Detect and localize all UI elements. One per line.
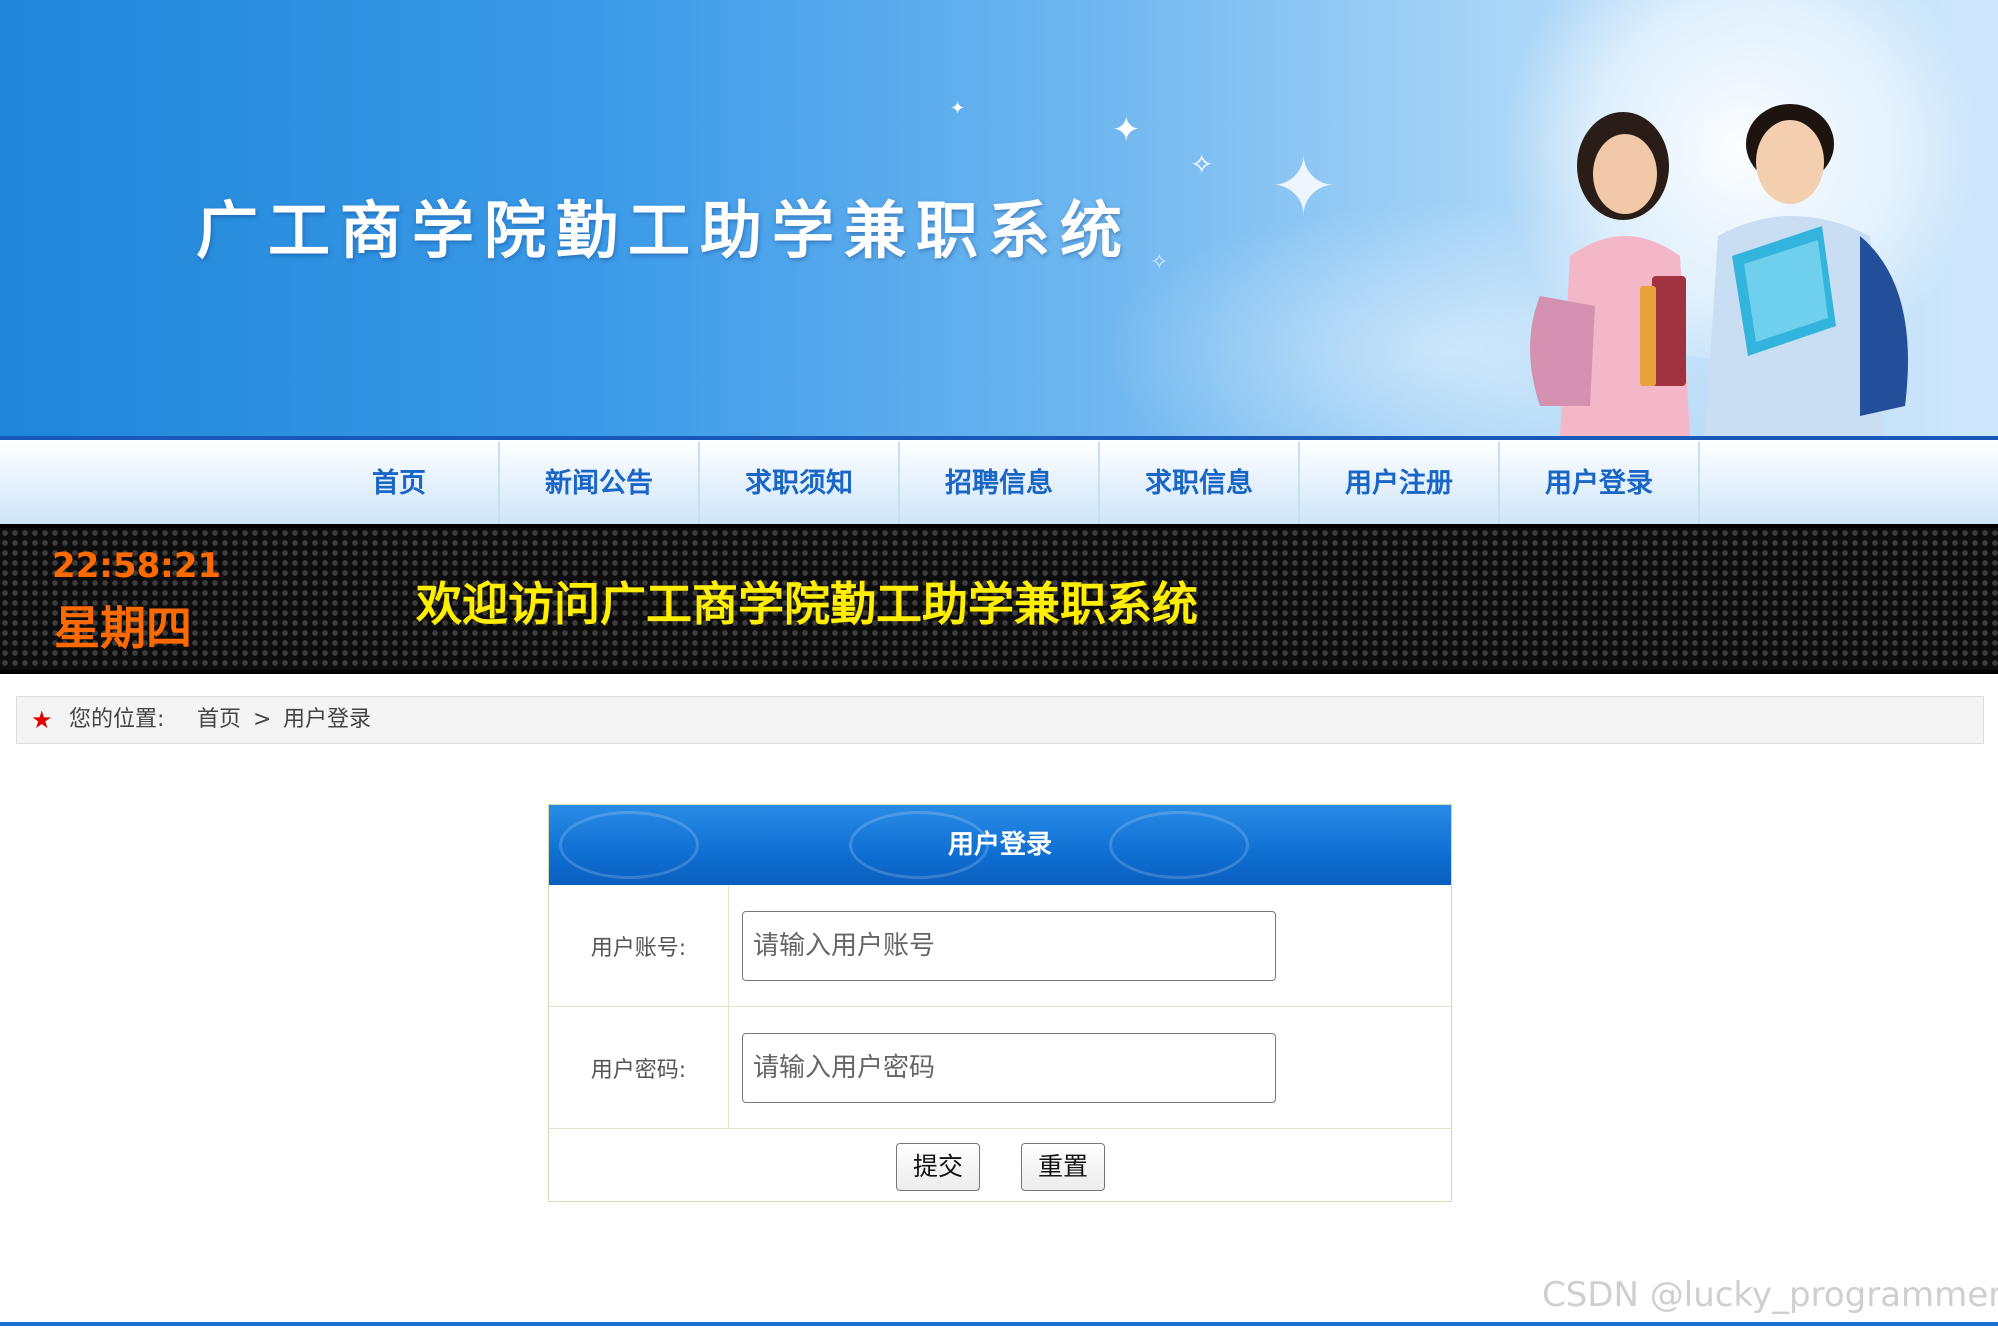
star-icon: ✦ (1270, 140, 1338, 233)
login-title: 用户登录 (947, 830, 1052, 860)
account-input[interactable] (742, 911, 1276, 981)
nav-item-home[interactable]: 首页 (300, 442, 500, 526)
clock-weekday: 星期四 (54, 601, 192, 655)
breadcrumb-label: 您的位置: (69, 707, 165, 732)
breadcrumb-separator: > (253, 707, 272, 732)
sparkle-icon: ✧ (1150, 250, 1169, 275)
button-row: 提交 重置 (549, 1129, 1451, 1201)
login-panel: 用户登录 用户账号: 用户密码: 提交 重置 (548, 804, 1452, 1202)
footer-divider (0, 1322, 1998, 1326)
password-label: 用户密码: (549, 1007, 729, 1128)
breadcrumb-home-link[interactable]: 首页 (197, 697, 241, 743)
login-panel-header: 用户登录 (549, 805, 1451, 885)
star-icon: ★ (31, 706, 53, 734)
welcome-text: 欢迎访问广工商学院勤工助学兼职系统 (416, 577, 1198, 631)
nav-item-login[interactable]: 用户登录 (1500, 442, 1700, 526)
sparkle-icon: ✦ (950, 98, 966, 119)
nav-item-news[interactable]: 新闻公告 (500, 442, 700, 526)
led-marquee: 22:58:21 星期四 欢迎访问广工商学院勤工助学兼职系统 (0, 524, 1998, 674)
reset-button[interactable]: 重置 (1021, 1143, 1105, 1191)
account-label: 用户账号: (549, 885, 729, 1006)
nav-item-job-guide[interactable]: 求职须知 (700, 442, 900, 526)
students-illustration (1530, 104, 1908, 436)
clock-time: 22:58:21 (52, 546, 222, 586)
breadcrumb: ★ 您的位置: 首页 > 用户登录 (16, 696, 1984, 744)
main-nav: 首页 新闻公告 求职须知 招聘信息 求职信息 用户注册 用户登录 (0, 440, 1998, 526)
breadcrumb-current: 用户登录 (283, 707, 372, 732)
site-title: 广工商学院勤工助学兼职系统 (196, 194, 1133, 267)
nav-item-job-seeking[interactable]: 求职信息 (1100, 442, 1300, 526)
password-row: 用户密码: (549, 1007, 1451, 1129)
sparkle-icon: ✧ (1190, 148, 1214, 181)
sparkle-icon: ✦ (1112, 110, 1141, 150)
header-ornament (1109, 811, 1249, 879)
header-ornament (559, 811, 699, 879)
submit-button[interactable]: 提交 (896, 1143, 980, 1191)
header-banner: ✦ ✦ ✧ ✦ ✧ 广工商学院勤工助学兼职系统 (0, 0, 1998, 436)
nav-item-recruitment[interactable]: 招聘信息 (900, 442, 1100, 526)
password-input[interactable] (742, 1033, 1276, 1103)
watermark: CSDN @lucky_programmer (1542, 1275, 1998, 1315)
nav-item-register[interactable]: 用户注册 (1300, 442, 1500, 526)
account-row: 用户账号: (549, 885, 1451, 1007)
